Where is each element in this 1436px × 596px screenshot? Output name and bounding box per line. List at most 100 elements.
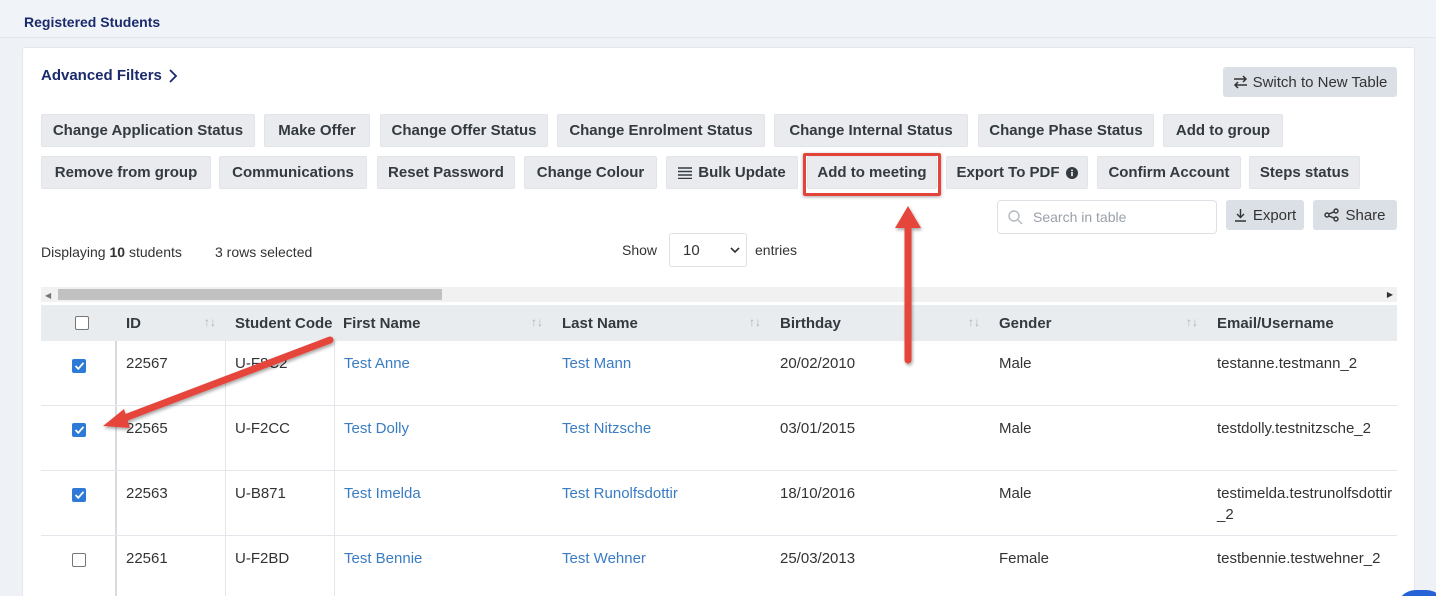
sticky-divider	[115, 406, 117, 470]
cell-student-code: U-B871	[235, 485, 286, 502]
table-header: ID ↑↓ Student Code First Name ↑↓ Last Na…	[41, 305, 1397, 341]
sort-icon[interactable]: ↑↓	[1186, 315, 1198, 329]
displaying-number: 10	[109, 244, 126, 260]
displaying-prefix: Displaying	[41, 244, 106, 260]
cell-divider	[225, 341, 226, 406]
info-circle-icon	[1065, 166, 1078, 179]
cell-first-name-link[interactable]: Test Dolly	[344, 418, 409, 439]
displaying-count: Displaying 10 students	[41, 244, 182, 260]
table-row[interactable]: 22563 U-B871 Test Imelda Test Runolfsdot…	[41, 471, 1397, 536]
table-row[interactable]: 22565 U-F2CC Test Dolly Test Nitzsche 03…	[41, 406, 1397, 471]
change-enrolment-status-button[interactable]: Change Enrolment Status	[557, 114, 765, 147]
share-button[interactable]: Share	[1313, 200, 1397, 230]
list-lines-icon	[678, 166, 693, 179]
bulk-update-button[interactable]: Bulk Update	[666, 156, 798, 189]
page-title: Registered Students	[24, 14, 161, 30]
export-to-pdf-button[interactable]: Export To PDF	[946, 156, 1088, 189]
search-icon	[1008, 209, 1023, 224]
make-offer-button[interactable]: Make Offer	[264, 114, 370, 147]
cell-divider	[225, 471, 226, 536]
download-icon	[1234, 209, 1246, 222]
change-application-status-button[interactable]: Change Application Status	[41, 114, 255, 147]
cell-divider	[334, 406, 335, 471]
cell-first-name-link[interactable]: Test Imelda	[344, 483, 421, 504]
column-header-gender[interactable]: Gender	[999, 305, 1052, 341]
share-label: Share	[1345, 206, 1386, 224]
row-checkbox[interactable]	[72, 553, 86, 567]
sort-icon[interactable]: ↑↓	[968, 315, 980, 329]
cell-id: 22567	[126, 355, 168, 372]
row-checkbox[interactable]	[72, 488, 86, 502]
sort-icon[interactable]: ↑↓	[531, 315, 543, 329]
entries-value: 10	[683, 241, 700, 259]
column-header-email[interactable]: Email/Username	[1217, 305, 1334, 341]
cell-first-name-link[interactable]: Test Bennie	[344, 548, 422, 569]
row-checkbox[interactable]	[72, 359, 86, 373]
change-colour-button[interactable]: Change Colour	[524, 156, 657, 189]
column-header-student-code[interactable]: Student Code	[235, 305, 333, 341]
column-header-first-name[interactable]: First Name	[343, 305, 421, 341]
remove-from-group-button[interactable]: Remove from group	[41, 156, 211, 189]
column-header-last-name[interactable]: Last Name	[562, 305, 638, 341]
table-search[interactable]	[997, 200, 1217, 234]
cell-last-name-link[interactable]: Test Wehner	[562, 548, 646, 569]
scroll-left-arrow-icon[interactable]: ◀	[45, 291, 51, 300]
switch-to-new-table-label: Switch to New Table	[1252, 73, 1388, 91]
sort-icon[interactable]: ↑↓	[204, 315, 216, 329]
horizontal-scrollbar[interactable]: ◀ ▶	[41, 287, 1397, 302]
cell-gender: Male	[999, 355, 1032, 372]
export-label: Export	[1252, 206, 1297, 224]
reset-password-button[interactable]: Reset Password	[377, 156, 515, 189]
cell-email: testanne.testmann_2	[1217, 355, 1358, 372]
table-row[interactable]: 22561 U-F2BD Test Bennie Test Wehner 25/…	[41, 536, 1397, 596]
search-input[interactable]	[1033, 209, 1203, 225]
cell-student-code: U-F2BD	[235, 550, 290, 567]
advanced-filters-toggle[interactable]: Advanced Filters	[41, 67, 178, 84]
scroll-right-arrow-icon[interactable]: ▶	[1387, 290, 1393, 299]
change-internal-status-button[interactable]: Change Internal Status	[774, 114, 968, 147]
cell-last-name-link[interactable]: Test Nitzsche	[562, 418, 651, 439]
rows-selected-text: 3 rows selected	[215, 244, 313, 260]
export-button[interactable]: Export	[1226, 200, 1304, 230]
cell-student-code: U-F8C2	[235, 355, 288, 372]
column-header-birthday[interactable]: Birthday	[780, 305, 841, 341]
entries-select[interactable]: 10	[669, 233, 747, 267]
add-to-group-button[interactable]: Add to group	[1163, 114, 1283, 147]
cell-email: testdolly.testnitzsche_2	[1217, 420, 1371, 437]
advanced-filters-label: Advanced Filters	[41, 67, 162, 84]
cell-id: 22565	[126, 420, 168, 437]
cell-divider	[334, 536, 335, 596]
cell-id: 22563	[126, 485, 168, 502]
scrollbar-thumb[interactable]	[58, 289, 442, 300]
cell-birthday: 20/02/2010	[780, 355, 856, 372]
confirm-account-button[interactable]: Confirm Account	[1097, 156, 1241, 189]
cell-email: testimelda.testrunolfsdottir_2	[1217, 485, 1393, 523]
sort-icon[interactable]: ↑↓	[749, 315, 761, 329]
show-label: Show	[622, 242, 658, 258]
arrows-swap-icon	[1233, 75, 1247, 89]
row-checkbox[interactable]	[72, 423, 86, 437]
cell-gender: Male	[999, 420, 1032, 437]
cell-gender: Female	[999, 550, 1050, 567]
sticky-divider	[115, 536, 117, 596]
chevron-right-icon	[169, 68, 178, 83]
cell-first-name-link[interactable]: Test Anne	[344, 353, 410, 374]
communications-button[interactable]: Communications	[219, 156, 367, 189]
switch-to-new-table-button[interactable]: Switch to New Table	[1223, 67, 1397, 97]
page-header: Registered Students	[0, 0, 1436, 38]
sticky-divider	[115, 341, 117, 405]
change-offer-status-button[interactable]: Change Offer Status	[380, 114, 548, 147]
entries-label: entries	[755, 242, 798, 258]
add-to-meeting-button[interactable]: Add to meeting	[807, 156, 937, 189]
cell-divider	[334, 471, 335, 536]
cell-last-name-link[interactable]: Test Runolfsdottir	[562, 483, 678, 504]
change-phase-status-button[interactable]: Change Phase Status	[978, 114, 1154, 147]
cell-divider	[225, 406, 226, 471]
table-row[interactable]: 22567 U-F8C2 Test Anne Test Mann 20/02/2…	[41, 341, 1397, 406]
select-all-checkbox[interactable]	[75, 316, 89, 330]
cell-birthday: 03/01/2015	[780, 420, 856, 437]
displaying-suffix: students	[128, 244, 182, 260]
steps-status-button[interactable]: Steps status	[1249, 156, 1360, 189]
cell-last-name-link[interactable]: Test Mann	[562, 353, 631, 374]
column-header-id[interactable]: ID	[126, 305, 141, 341]
